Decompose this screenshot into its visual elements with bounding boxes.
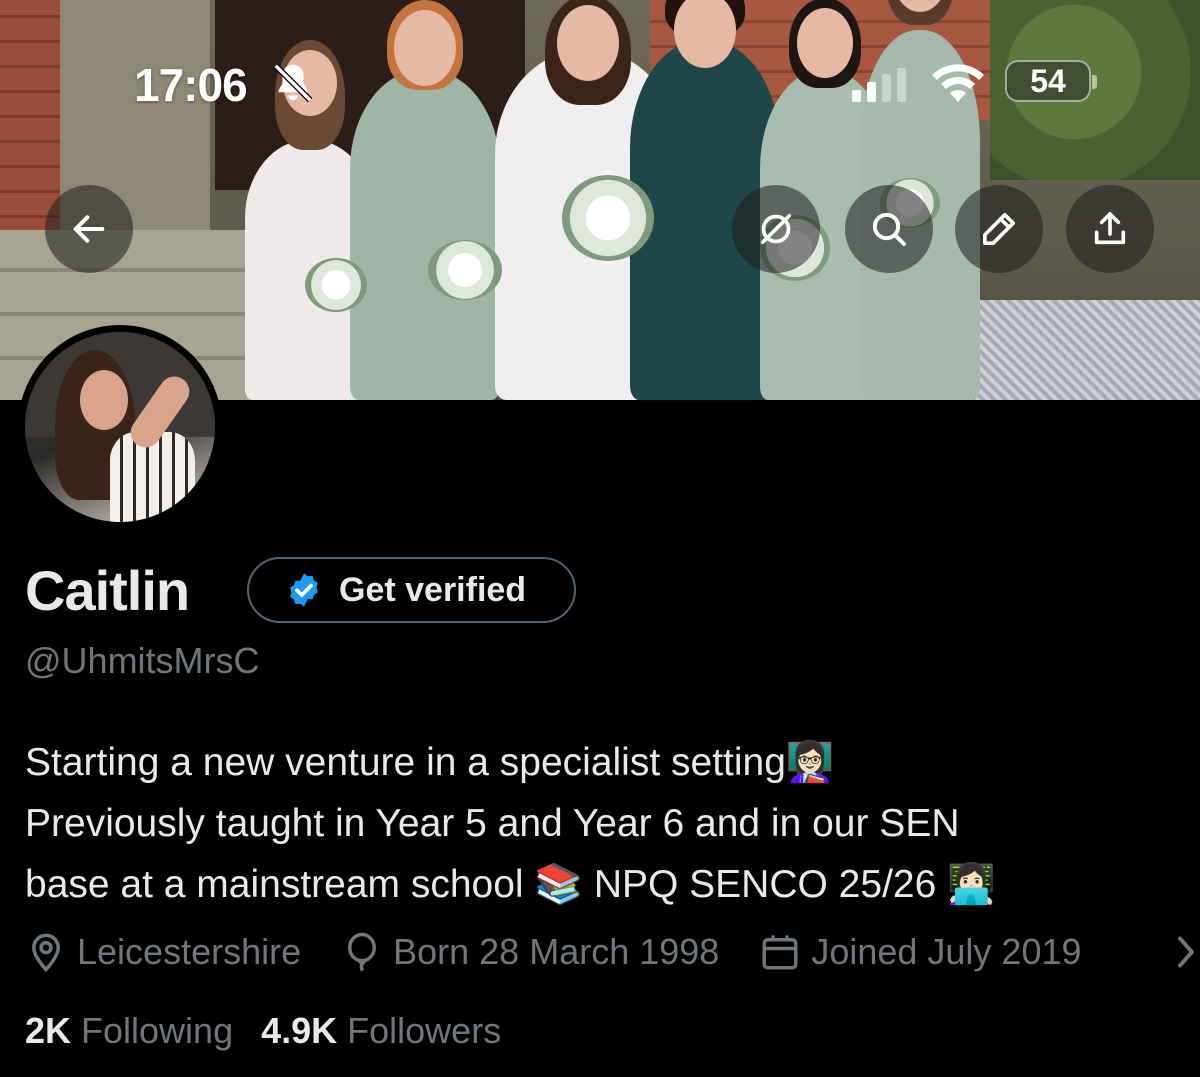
calendar-icon bbox=[762, 935, 798, 970]
bio-line: base at a mainstream school 📚 NPQ SENCO … bbox=[25, 863, 996, 906]
edit-profile-button[interactable] bbox=[955, 185, 1043, 273]
pencil-icon bbox=[983, 213, 1015, 246]
bio-line: Previously taught in Year 5 and Year 6 a… bbox=[25, 802, 960, 845]
back-arrow-icon bbox=[73, 215, 105, 243]
bell-slash-icon bbox=[273, 63, 313, 103]
birthday-text: Born 28 March 1998 bbox=[393, 931, 720, 972]
grok-button[interactable] bbox=[732, 185, 820, 273]
avatar[interactable] bbox=[18, 325, 222, 529]
banner-bouquet bbox=[305, 258, 367, 312]
birthday-item: Born 28 March 1998 bbox=[341, 931, 719, 973]
profile-name: Caitlin bbox=[25, 559, 190, 622]
follow-stats: 2K Following 4.9K Followers bbox=[25, 1010, 529, 1052]
profile-bio: Starting a new venture in a specialist s… bbox=[25, 732, 1175, 915]
cellular-signal-icon bbox=[852, 68, 906, 102]
get-verified-label: Get verified bbox=[339, 570, 527, 609]
profile-handle: @UhmitsMrsC bbox=[25, 640, 260, 681]
joined-text: Joined July 2019 bbox=[811, 931, 1082, 972]
search-button[interactable] bbox=[845, 185, 933, 273]
balloon-icon bbox=[348, 932, 377, 972]
location-pin-icon bbox=[31, 933, 61, 973]
followers-count[interactable]: 4.9K bbox=[261, 1010, 337, 1052]
location-text: Leicestershire bbox=[77, 931, 302, 972]
banner-gravel bbox=[975, 300, 1200, 400]
wifi-icon bbox=[932, 64, 984, 102]
banner-bouquet bbox=[562, 175, 654, 261]
get-verified-button[interactable]: Get verified bbox=[247, 557, 576, 623]
grok-icon bbox=[760, 213, 792, 245]
followers-label[interactable]: Followers bbox=[347, 1010, 501, 1052]
bio-line: Starting a new venture in a specialist s… bbox=[25, 741, 835, 784]
share-icon bbox=[1094, 212, 1126, 245]
following-label[interactable]: Following bbox=[81, 1010, 233, 1052]
search-icon bbox=[872, 212, 906, 246]
banner-bouquet bbox=[428, 240, 502, 300]
verified-badge-icon bbox=[290, 573, 318, 607]
following-count[interactable]: 2K bbox=[25, 1010, 71, 1052]
chevron-right-icon[interactable] bbox=[1172, 934, 1200, 970]
location-item: Leicestershire bbox=[25, 931, 301, 973]
status-bar-time: 17:06 bbox=[134, 59, 248, 111]
battery-indicator: 54 bbox=[1005, 60, 1097, 102]
back-button[interactable] bbox=[45, 185, 133, 273]
banner-person bbox=[350, 0, 500, 400]
profile-meta-row: Leicestershire Born 28 March 1998 Joined… bbox=[25, 927, 1122, 977]
avatar-photo bbox=[25, 332, 215, 522]
joined-item: Joined July 2019 bbox=[759, 931, 1082, 973]
share-button[interactable] bbox=[1066, 185, 1154, 273]
